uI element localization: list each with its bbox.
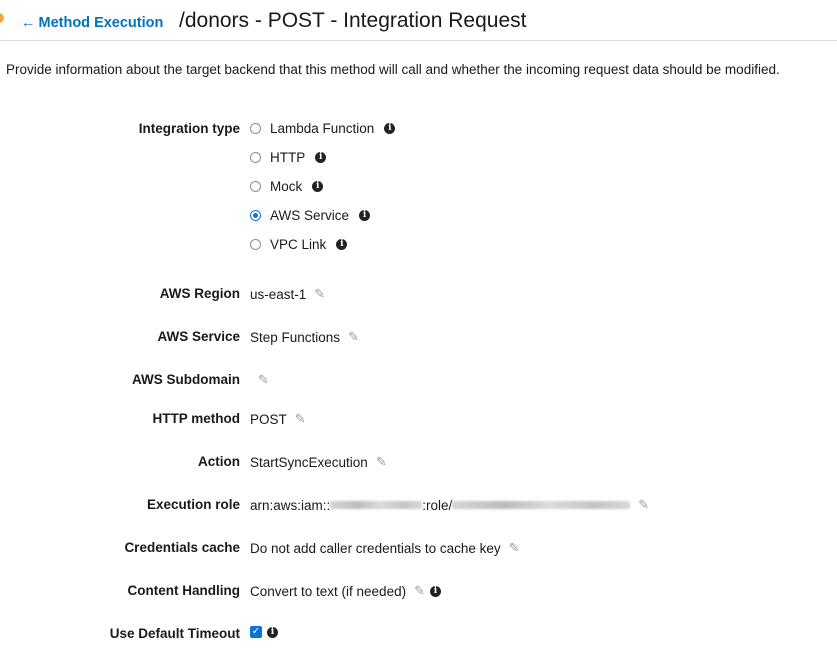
info-icon[interactable]: i bbox=[430, 585, 441, 597]
aws-region-text: us-east-1 bbox=[250, 286, 307, 302]
radio-aws-service[interactable] bbox=[250, 209, 261, 221]
execution-role-row: Execution role arn:aws:iam:: :role/ ✎ bbox=[0, 494, 837, 516]
radio-aws-service-label: AWS Service bbox=[270, 207, 350, 223]
http-method-row: HTTP method POST ✎ bbox=[0, 408, 837, 430]
radio-option-http[interactable]: HTTP i bbox=[250, 147, 327, 167]
aws-service-label: AWS Service bbox=[157, 329, 240, 344]
integration-type-label: Integration type bbox=[138, 121, 240, 136]
credentials-cache-value: Do not add caller credentials to cache k… bbox=[250, 540, 520, 556]
radio-lambda[interactable] bbox=[250, 122, 261, 134]
pencil-icon[interactable]: ✎ bbox=[376, 454, 387, 470]
credentials-cache-text: Do not add caller credentials to cache k… bbox=[250, 540, 501, 556]
info-icon[interactable]: i bbox=[336, 238, 348, 250]
page-header: ← Method Execution /donors - POST - Integ… bbox=[0, 0, 837, 41]
aws-service-value: Step Functions ✎ bbox=[250, 329, 359, 345]
http-method-value: POST ✎ bbox=[250, 411, 306, 427]
execution-role-prefix: arn:aws:iam:: bbox=[250, 497, 331, 513]
content-handling-value: Convert to text (if needed) ✎ i bbox=[250, 583, 441, 599]
pencil-icon[interactable]: ✎ bbox=[295, 411, 306, 427]
arrow-left-icon: ← bbox=[21, 15, 36, 31]
info-icon[interactable]: i bbox=[267, 626, 278, 638]
radio-http[interactable] bbox=[250, 151, 261, 163]
aws-region-label: AWS Region bbox=[159, 286, 240, 301]
execution-role-middle: :role/ bbox=[422, 497, 453, 513]
execution-role-value: arn:aws:iam:: :role/ ✎ bbox=[250, 497, 649, 513]
radio-mock-label: Mock bbox=[270, 178, 303, 194]
action-row: Action StartSyncExecution ✎ bbox=[0, 451, 837, 473]
http-method-text: POST bbox=[250, 411, 287, 427]
radio-option-mock[interactable]: Mock i bbox=[250, 176, 324, 196]
radio-lambda-label: Lambda Function bbox=[270, 120, 375, 136]
content-handling-label: Content Handling bbox=[127, 583, 240, 598]
action-label: Action bbox=[198, 454, 240, 469]
info-icon[interactable]: i bbox=[384, 122, 396, 134]
execution-role-label: Execution role bbox=[146, 497, 240, 512]
info-icon[interactable]: i bbox=[315, 151, 327, 163]
radio-http-label: HTTP bbox=[270, 149, 306, 165]
page-title: /donors - POST - Integration Request bbox=[179, 9, 527, 32]
aws-service-row: AWS Service Step Functions ✎ bbox=[0, 326, 837, 348]
page-description: Provide information about the target bac… bbox=[6, 62, 780, 77]
pencil-icon[interactable]: ✎ bbox=[638, 497, 649, 513]
aws-service-text: Step Functions bbox=[250, 329, 341, 345]
integration-type-row: Integration type bbox=[0, 118, 837, 140]
back-link-label: Method Execution bbox=[38, 15, 164, 31]
credentials-cache-label: Credentials cache bbox=[124, 540, 240, 555]
pencil-icon[interactable]: ✎ bbox=[414, 583, 425, 599]
radio-option-lambda[interactable]: Lambda Function i bbox=[250, 118, 396, 138]
pencil-icon[interactable]: ✎ bbox=[314, 286, 325, 302]
radio-option-aws-service[interactable]: AWS Service i bbox=[250, 205, 371, 225]
pencil-icon[interactable]: ✎ bbox=[258, 372, 269, 388]
redacted-role-name bbox=[452, 501, 631, 509]
pencil-icon[interactable]: ✎ bbox=[348, 329, 359, 345]
redacted-account-id bbox=[330, 501, 423, 509]
aws-subdomain-row: AWS Subdomain ✎ bbox=[0, 369, 837, 391]
content-handling-text: Convert to text (if needed) bbox=[250, 583, 407, 599]
default-timeout-checkbox[interactable]: ✓ bbox=[250, 626, 262, 638]
aws-region-value: us-east-1 ✎ bbox=[250, 286, 325, 302]
aws-subdomain-label: AWS Subdomain bbox=[132, 372, 240, 387]
radio-mock[interactable] bbox=[250, 180, 261, 192]
aws-subdomain-value: ✎ bbox=[250, 372, 269, 388]
content-handling-row: Content Handling Convert to text (if nee… bbox=[0, 580, 837, 602]
method-execution-back-link[interactable]: ← Method Execution bbox=[21, 15, 163, 31]
default-timeout-value: ✓ i bbox=[250, 626, 278, 638]
radio-option-vpc-link[interactable]: VPC Link i bbox=[250, 234, 348, 254]
default-timeout-label: Use Default Timeout bbox=[109, 626, 240, 641]
credentials-cache-row: Credentials cache Do not add caller cred… bbox=[0, 537, 837, 559]
default-timeout-row: Use Default Timeout ✓ i bbox=[0, 623, 837, 645]
action-value: StartSyncExecution ✎ bbox=[250, 454, 387, 470]
pencil-icon[interactable]: ✎ bbox=[509, 540, 520, 556]
radio-vpc-link-label: VPC Link bbox=[270, 236, 327, 252]
info-icon[interactable]: i bbox=[359, 209, 371, 221]
action-text: StartSyncExecution bbox=[250, 454, 368, 470]
aws-region-row: AWS Region us-east-1 ✎ bbox=[0, 283, 837, 305]
info-icon[interactable]: i bbox=[312, 180, 324, 192]
radio-vpc-link[interactable] bbox=[250, 238, 261, 250]
http-method-label: HTTP method bbox=[152, 411, 241, 426]
